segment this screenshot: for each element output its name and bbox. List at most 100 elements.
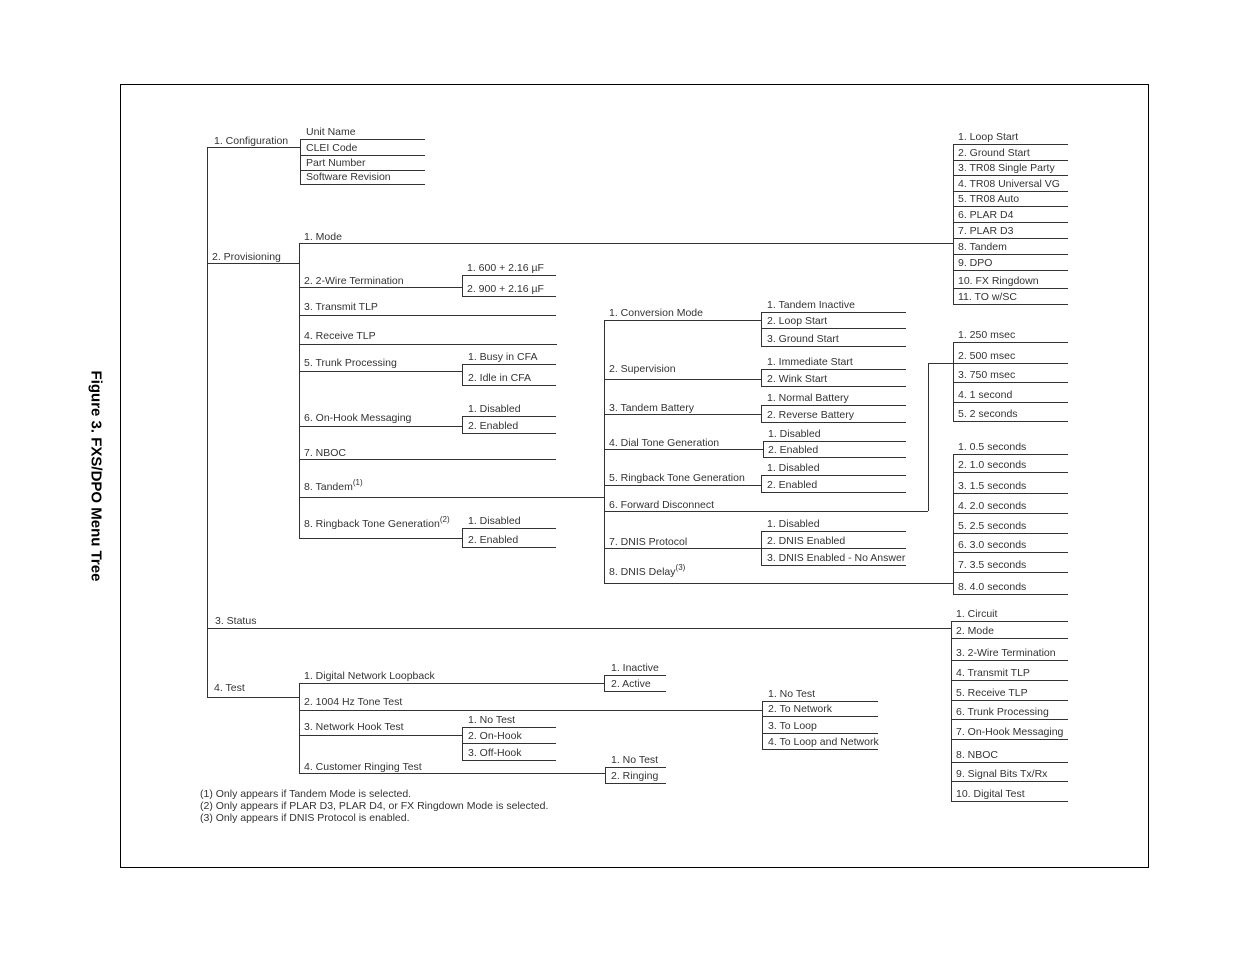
option-underline xyxy=(951,719,1068,720)
trunk-processing-option: 2. Idle in CFA xyxy=(468,372,531,384)
dnis-delay-option-text: 3. 1.5 seconds xyxy=(958,480,1027,492)
test-tone-text: 2. 1004 Hz Tone Test xyxy=(304,696,403,708)
forward-disconnect-option: 5. 2 seconds xyxy=(958,408,1018,420)
option-underline xyxy=(761,346,906,347)
option-underline xyxy=(951,638,1068,639)
provisioning-trunk-processing-text: 5. Trunk Processing xyxy=(304,357,397,369)
provisioning-nboc-text: 7. NBOC xyxy=(304,447,347,459)
forward-disconnect-option: 2. 500 msec xyxy=(958,350,1015,362)
menu-status: 3. Status xyxy=(215,615,256,627)
two-wire-option-text: 2. 900 + 2.16 µF xyxy=(467,283,544,295)
connector-line xyxy=(761,369,762,386)
tandem-dnis-protocol: 7. DNIS Protocol xyxy=(609,536,687,548)
provisioning-receive-tlp-text: 4. Receive TLP xyxy=(304,330,376,342)
hook-test-option: 1. No Test xyxy=(468,714,515,726)
option-underline xyxy=(761,475,906,476)
tandem-battery-option-text: 1. Normal Battery xyxy=(767,392,849,404)
ringback-option-text: 2. Enabled xyxy=(468,534,519,546)
test-digital-loopback: 1. Digital Network Loopback xyxy=(304,670,435,682)
test-customer-ringing-text: 4. Customer Ringing Test xyxy=(304,761,422,773)
dnis-delay-option: 4. 2.0 seconds xyxy=(958,500,1026,512)
provisioning-receive-tlp: 4. Receive TLP xyxy=(304,330,376,342)
dnis-delay-option: 6. 3.0 seconds xyxy=(958,539,1026,551)
supervision-option: 2. Wink Start xyxy=(767,373,827,385)
provisioning-on-hook-messaging-text: 6. On-Hook Messaging xyxy=(304,412,412,424)
root-trunk xyxy=(207,147,208,697)
connector-line xyxy=(299,497,604,498)
menu-provisioning: 2. Provisioning xyxy=(212,251,281,263)
figure-title: Figure 3. FXS/DPO Menu Tree xyxy=(87,370,105,582)
option-underline xyxy=(462,743,556,744)
loopback-option-text: 2. Active xyxy=(611,678,651,690)
connector-line xyxy=(299,773,605,774)
option-underline xyxy=(462,364,556,365)
mode-option: 11. TO w/SC xyxy=(958,291,1017,303)
option-underline xyxy=(605,783,666,784)
conversion-mode-option: 3. Ground Start xyxy=(767,333,839,345)
connector-line xyxy=(299,426,462,427)
footnote-ref: (1) xyxy=(352,478,363,487)
two-wire-option: 1. 600 + 2.16 µF xyxy=(467,262,544,274)
forward-disconnect-option: 1. 250 msec xyxy=(958,329,1015,341)
provisioning-tandem: 8. Tandem(1) xyxy=(304,478,363,494)
mode-option-text: 9. DPO xyxy=(958,257,993,269)
tone-test-option: 4. To Loop and Network xyxy=(768,736,879,748)
option-underline xyxy=(761,369,906,370)
option-underline xyxy=(462,296,556,297)
status-item-text: 7. On-Hook Messaging xyxy=(956,726,1064,738)
option-underline xyxy=(953,402,1068,403)
test-digital-loopback-text: 1. Digital Network Loopback xyxy=(304,670,435,682)
connector-line xyxy=(604,675,605,691)
status-item: 4. Transmit TLP xyxy=(956,667,1030,679)
option-underline xyxy=(763,457,906,458)
mode-option: 10. FX Ringdown xyxy=(958,275,1039,287)
two-wire-option: 2. 900 + 2.16 µF xyxy=(467,283,544,295)
provisioning-transmit-tlp: 3. Transmit TLP xyxy=(304,301,378,313)
menu-provisioning-text: 2. Provisioning xyxy=(212,251,281,263)
option-underline xyxy=(953,363,1068,364)
footnote-3: (3) Only appears if DNIS Protocol is ena… xyxy=(200,812,410,824)
supervision-option-text: 2. Wink Start xyxy=(767,373,828,385)
mode-option-text: 7. PLAR D3 xyxy=(958,225,1014,237)
connector-line xyxy=(299,344,557,345)
status-item-text: 1. Circuit xyxy=(956,608,998,620)
tandem-forward-disconnect-text: 6. Forward Disconnect xyxy=(609,499,715,511)
forward-disconnect-option-text: 3. 750 msec xyxy=(958,369,1016,381)
provisioning-two-wire: 2. 2-Wire Termination xyxy=(304,275,404,287)
configuration-item: Software Revision xyxy=(306,171,391,183)
connector-line xyxy=(604,548,761,549)
tandem-conversion-mode-text: 1. Conversion Mode xyxy=(609,307,703,319)
option-underline xyxy=(951,739,1068,740)
mode-option-text: 3. TR08 Single Party xyxy=(958,162,1055,174)
option-underline xyxy=(953,572,1068,573)
configuration-item-text: Part Number xyxy=(306,157,366,169)
connector-line xyxy=(604,320,761,321)
hook-test-option-text: 2. On-Hook xyxy=(468,730,522,742)
dnis-protocol-option: 1. Disabled xyxy=(767,518,820,530)
option-underline xyxy=(953,238,1068,239)
forward-disconnect-option-text: 4. 1 second xyxy=(958,389,1013,401)
option-underline xyxy=(953,342,1068,343)
mode-option-text: 6. PLAR D4 xyxy=(958,209,1014,221)
connector-line xyxy=(928,363,953,364)
option-underline xyxy=(761,422,906,423)
status-item-text: 3. 2-Wire Termination xyxy=(956,647,1056,659)
status-item: 2. Mode xyxy=(956,625,994,637)
footnote-2: (2) Only appears if PLAR D3, PLAR D4, or… xyxy=(200,800,549,812)
dnis-delay-bracket xyxy=(953,454,954,594)
connector-line xyxy=(300,139,301,184)
loopback-option-text: 1. Inactive xyxy=(611,662,659,674)
connector-line xyxy=(299,683,604,684)
tandem-battery-option-text: 2. Reverse Battery xyxy=(767,409,854,421)
option-underline xyxy=(762,733,878,734)
dnis-delay-option: 7. 3.5 seconds xyxy=(958,559,1026,571)
tandem-battery-option: 1. Normal Battery xyxy=(767,392,849,404)
tandem-ringback-text: 5. Ringback Tone Generation xyxy=(609,472,745,484)
status-item: 1. Circuit xyxy=(956,608,997,620)
mode-option: 5. TR08 Auto xyxy=(958,193,1019,205)
dial-tone-option: 2. Enabled xyxy=(768,444,818,456)
option-underline xyxy=(462,416,556,417)
test-customer-ringing: 4. Customer Ringing Test xyxy=(304,761,422,773)
conversion-mode-option-text: 3. Ground Start xyxy=(767,333,839,345)
option-underline xyxy=(953,513,1068,514)
